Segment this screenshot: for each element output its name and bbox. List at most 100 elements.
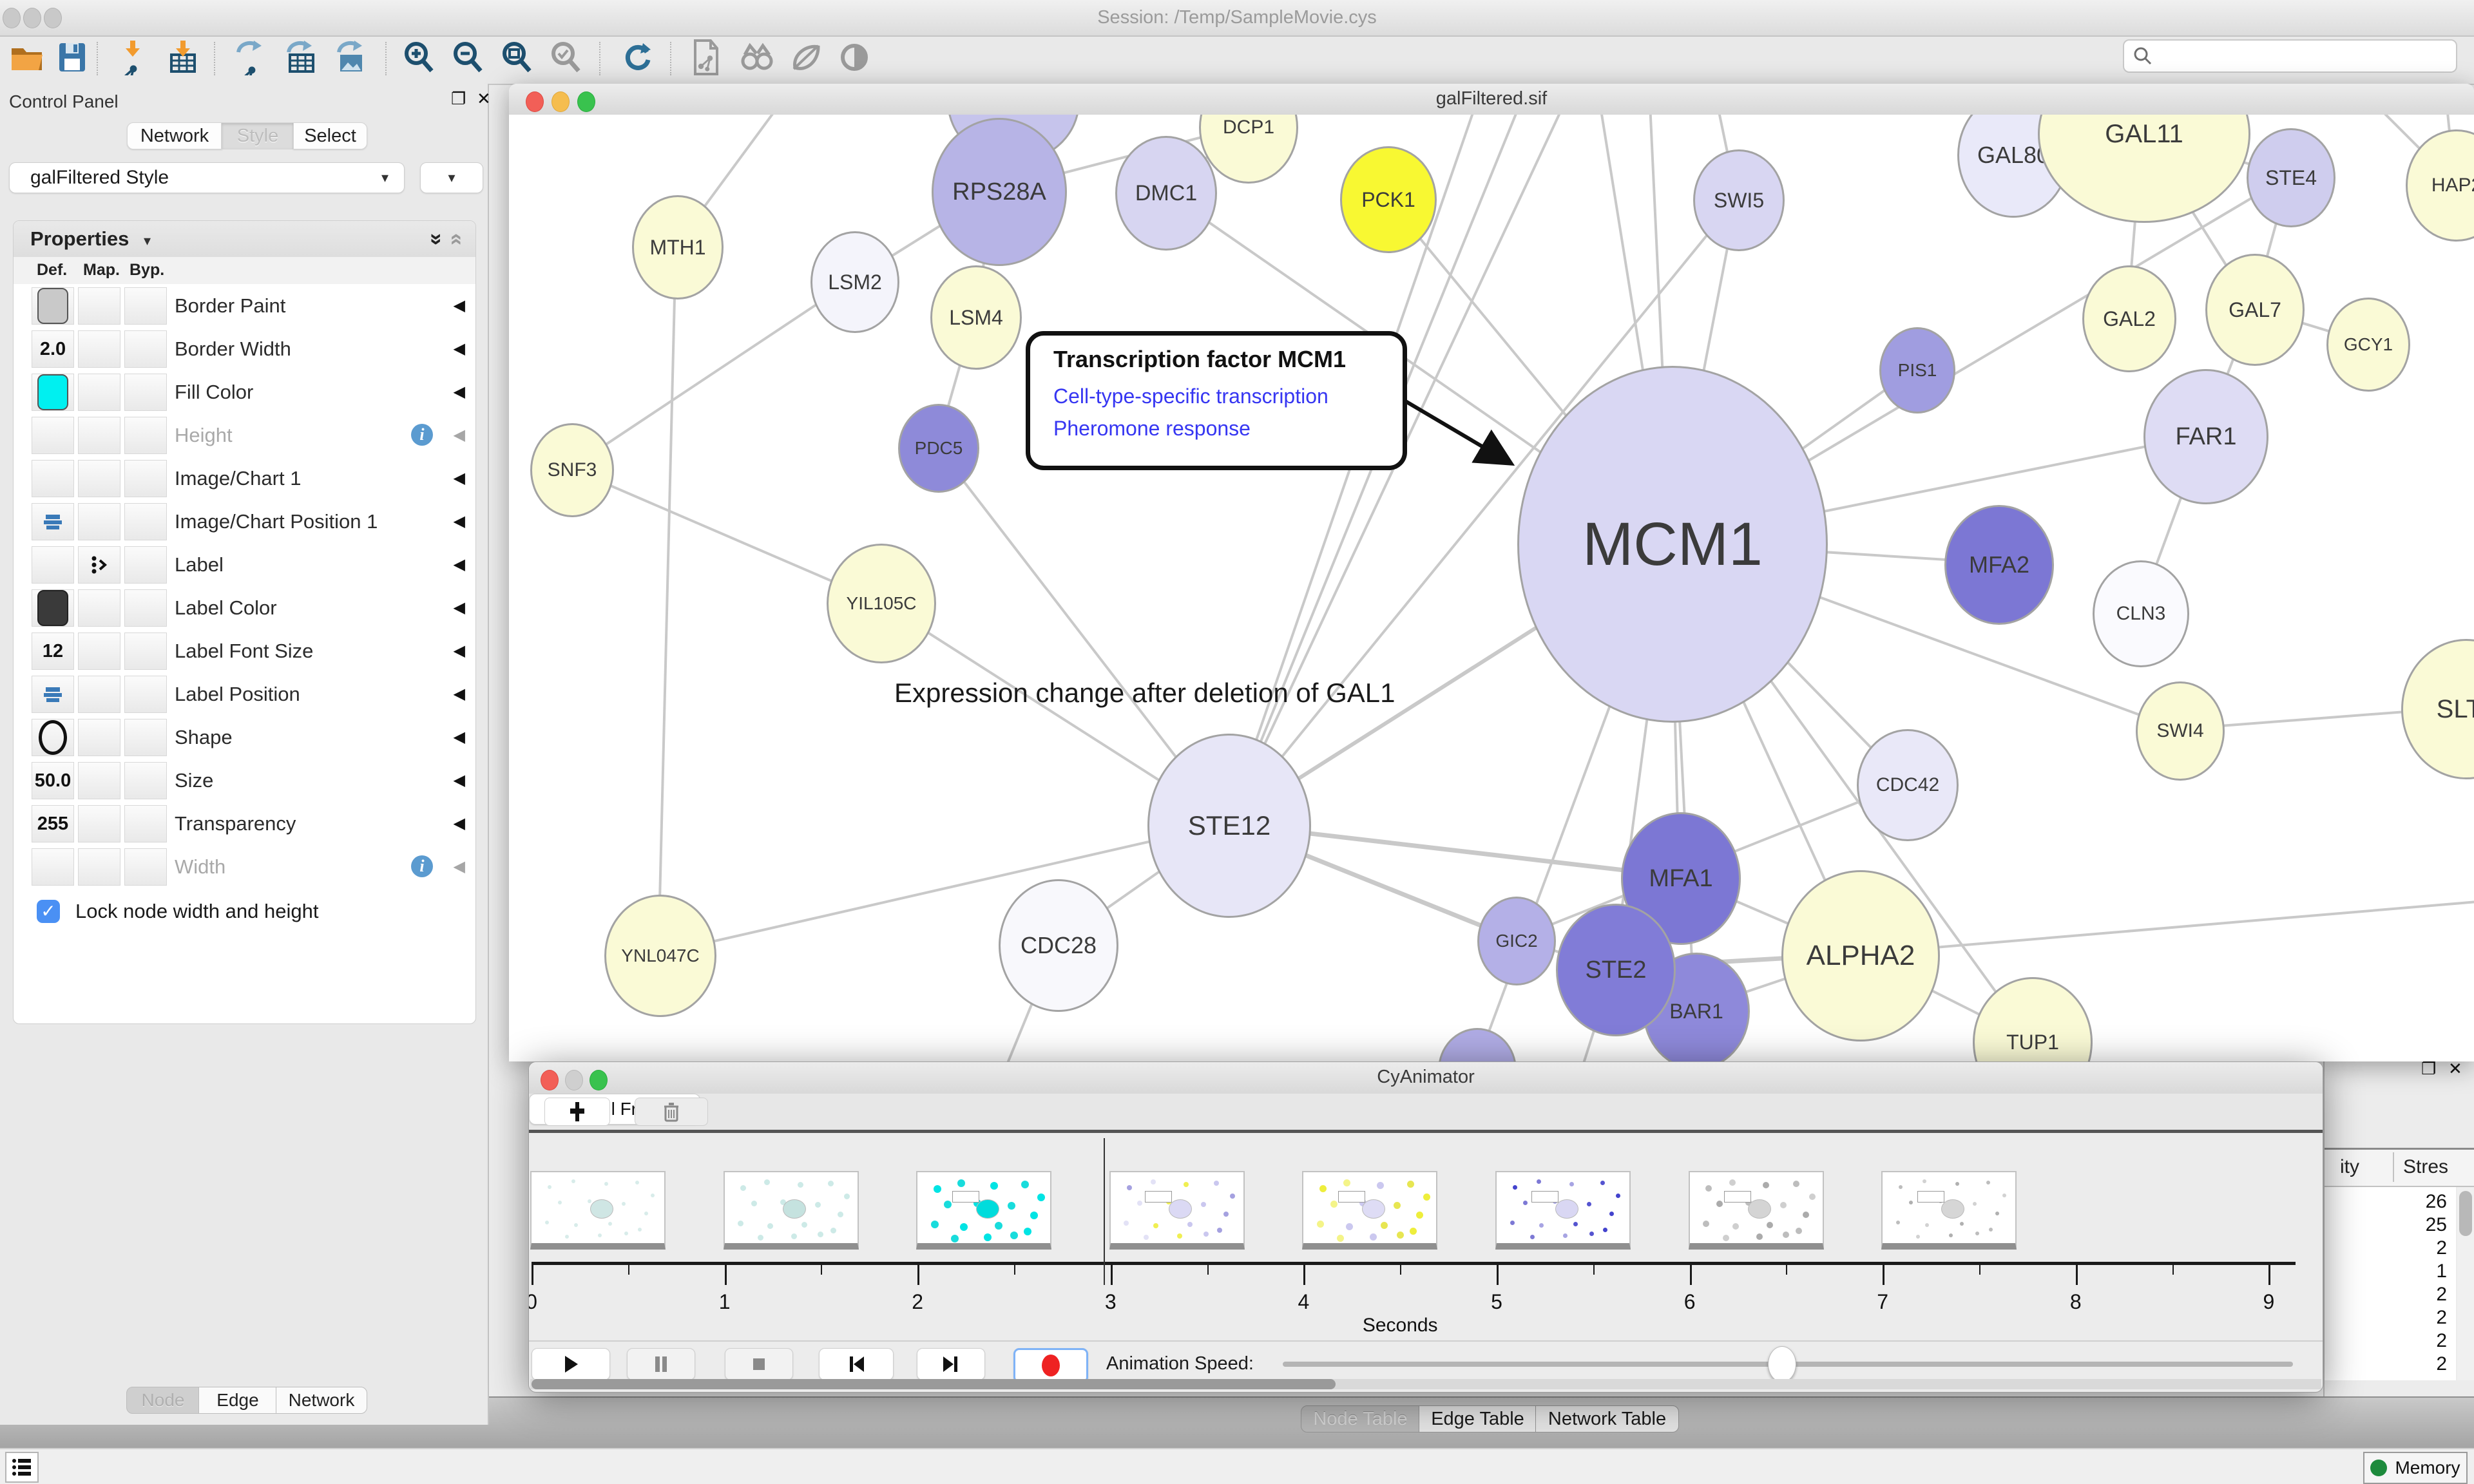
- network-node-rps28a[interactable]: RPS28A: [932, 118, 1067, 266]
- bypass-cell[interactable]: [124, 330, 167, 368]
- network-node-gcy1[interactable]: GCY1: [2326, 298, 2410, 392]
- bypass-cell[interactable]: [124, 589, 167, 627]
- minimize-window-icon[interactable]: [551, 91, 570, 112]
- search-network-button[interactable]: [738, 41, 774, 77]
- network-node-gal7[interactable]: GAL7: [2205, 254, 2305, 366]
- expand-row-icon[interactable]: ◀: [454, 457, 465, 500]
- animation-frame-thumbnail-7[interactable]: [1881, 1171, 2017, 1250]
- network-node-ste12[interactable]: STE12: [1147, 734, 1311, 918]
- bypass-cell[interactable]: [124, 719, 167, 756]
- style-target-tab-network[interactable]: Network: [276, 1387, 367, 1414]
- default-value-cell[interactable]: [32, 460, 74, 497]
- search-input[interactable]: [2160, 46, 2456, 67]
- network-node-ynl047c[interactable]: YNL047C: [604, 895, 716, 1017]
- bypass-cell[interactable]: [124, 503, 167, 540]
- mapping-cell[interactable]: [78, 417, 120, 454]
- network-node-lsm2[interactable]: LSM2: [810, 231, 899, 333]
- maximize-window-icon[interactable]: [44, 8, 62, 28]
- close-window-icon[interactable]: [526, 91, 544, 112]
- animation-frame-thumbnail-0[interactable]: [530, 1171, 666, 1250]
- network-node-pdc5[interactable]: PDC5: [898, 404, 979, 493]
- stop-button[interactable]: [725, 1348, 793, 1380]
- annotation-link[interactable]: Cell-type-specific transcription: [1053, 385, 1328, 408]
- slider-handle[interactable]: [1768, 1346, 1796, 1382]
- network-node-mfa2[interactable]: MFA2: [1944, 505, 2054, 625]
- minimize-window-icon[interactable]: [23, 8, 41, 28]
- memory-button[interactable]: Memory: [2363, 1452, 2468, 1484]
- expand-row-icon[interactable]: ◀: [454, 327, 465, 370]
- minimize-window-icon[interactable]: [565, 1070, 583, 1090]
- panel-tab-edge-table[interactable]: Edge Table: [1419, 1405, 1537, 1432]
- mapping-cell[interactable]: [78, 676, 120, 713]
- network-node-far1[interactable]: FAR1: [2143, 369, 2268, 504]
- default-value-cell[interactable]: [32, 848, 74, 886]
- animation-frame-thumbnail-2[interactable]: [916, 1171, 1051, 1250]
- record-button[interactable]: [1013, 1348, 1088, 1383]
- default-value-cell[interactable]: 2.0: [32, 330, 74, 368]
- expand-row-icon[interactable]: ◀: [454, 845, 465, 888]
- mapping-cell[interactable]: [78, 719, 120, 756]
- scrollbar-thumb[interactable]: [532, 1379, 1336, 1389]
- mapping-cell[interactable]: [78, 374, 120, 411]
- expand-row-icon[interactable]: ◀: [454, 284, 465, 327]
- bypass-cell[interactable]: [124, 417, 167, 454]
- expand-row-icon[interactable]: ◀: [454, 586, 465, 629]
- table-cell-value[interactable]: 26: [2426, 1191, 2447, 1213]
- network-node-dmc1[interactable]: DMC1: [1115, 136, 1217, 251]
- table-column-header[interactable]: ity: [2340, 1156, 2359, 1178]
- table-scrollbar[interactable]: [2457, 1187, 2474, 1380]
- network-node-swi5[interactable]: SWI5: [1693, 149, 1785, 251]
- search-box[interactable]: [2123, 39, 2457, 73]
- bypass-cell[interactable]: [124, 546, 167, 584]
- float-panel-icon[interactable]: ❐: [2421, 1059, 2436, 1079]
- bypass-cell[interactable]: [124, 762, 167, 799]
- default-value-cell[interactable]: [32, 417, 74, 454]
- table-cell-value[interactable]: 2: [2436, 1237, 2447, 1259]
- default-value-cell[interactable]: 12: [32, 633, 74, 670]
- add-frame-button[interactable]: [544, 1098, 610, 1126]
- default-value-cell[interactable]: [32, 374, 74, 411]
- task-history-button[interactable]: [5, 1452, 39, 1483]
- mapping-cell[interactable]: [78, 848, 120, 886]
- bypass-cell[interactable]: [124, 374, 167, 411]
- table-cell-value[interactable]: 2: [2436, 1284, 2447, 1306]
- skip-to-end-button[interactable]: [917, 1348, 985, 1380]
- hide-details-button[interactable]: [787, 41, 823, 77]
- delete-frame-button[interactable]: [635, 1098, 708, 1126]
- zoom-fit-button[interactable]: [499, 41, 535, 77]
- close-panel-icon[interactable]: ✕: [477, 89, 491, 109]
- bypass-cell[interactable]: [124, 633, 167, 670]
- tab-style[interactable]: Style: [221, 122, 294, 149]
- network-node-pck1[interactable]: PCK1: [1340, 146, 1437, 253]
- animation-frame-thumbnail-6[interactable]: [1689, 1171, 1824, 1250]
- style-selector[interactable]: galFiltered Style ▾: [9, 162, 405, 193]
- network-node-swi4[interactable]: SWI4: [2136, 681, 2225, 781]
- tab-select[interactable]: Select: [293, 122, 367, 149]
- expand-row-icon[interactable]: ◀: [454, 543, 465, 586]
- close-window-icon[interactable]: [541, 1070, 559, 1090]
- info-icon[interactable]: i: [411, 424, 433, 446]
- network-document-button[interactable]: [688, 41, 724, 77]
- import-table-button[interactable]: [165, 41, 201, 77]
- style-target-tab-edge[interactable]: Edge: [198, 1387, 277, 1414]
- network-node-cln3[interactable]: CLN3: [2093, 560, 2189, 667]
- animation-frame-thumbnail-5[interactable]: [1495, 1171, 1631, 1250]
- annotation-link[interactable]: Pheromone response: [1053, 417, 1251, 441]
- import-network-button[interactable]: [115, 41, 151, 77]
- table-cell-value[interactable]: 2: [2436, 1330, 2447, 1352]
- network-window-titlebar[interactable]: galFiltered.sif: [509, 84, 2474, 115]
- default-value-cell[interactable]: [32, 719, 74, 756]
- properties-header[interactable]: Properties ▾ » »: [14, 221, 475, 257]
- default-value-cell[interactable]: 50.0: [32, 762, 74, 799]
- network-node-gic2[interactable]: GIC2: [1477, 897, 1556, 985]
- table-cell-value[interactable]: 2: [2436, 1353, 2447, 1375]
- network-node-snf3[interactable]: SNF3: [530, 423, 614, 517]
- cyanimator-titlebar[interactable]: CyAnimator: [529, 1062, 2323, 1094]
- network-node-cdc28[interactable]: CDC28: [999, 879, 1118, 1012]
- table-cell-value[interactable]: 25: [2426, 1214, 2447, 1236]
- zoom-in-button[interactable]: [401, 41, 437, 77]
- expand-row-icon[interactable]: ◀: [454, 759, 465, 802]
- zoom-selected-button[interactable]: [548, 41, 584, 77]
- default-value-cell[interactable]: 255: [32, 805, 74, 842]
- export-image-button[interactable]: [334, 41, 370, 77]
